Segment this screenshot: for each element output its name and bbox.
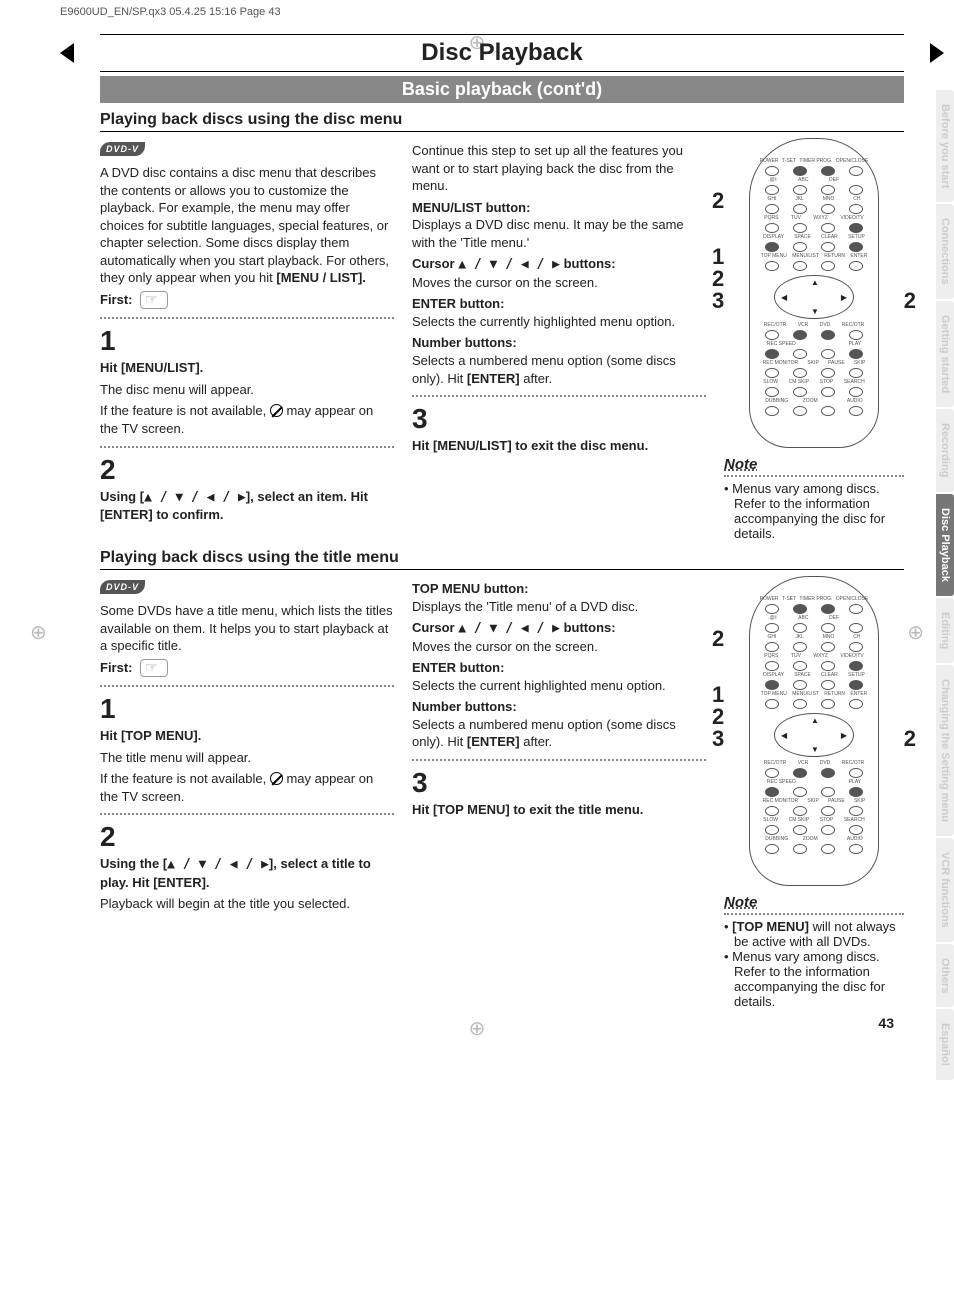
hand-pointer-icon xyxy=(140,291,168,309)
button-desc: ENTER button:Selects the currently highl… xyxy=(412,295,706,330)
button-desc: Cursor ▲ / ▼ / ◀ / ▶ buttons:Moves the c… xyxy=(412,619,706,655)
page-title: Disc Playback xyxy=(100,35,904,71)
callout-number: 3 xyxy=(712,288,724,314)
step-title: Hit [TOP MENU]. xyxy=(100,727,394,745)
step-number: 2 xyxy=(100,456,394,484)
page-subtitle: Basic playback (cont'd) xyxy=(100,76,904,103)
step-body: Using the [▲ / ▼ / ◀ / ▶], select a titl… xyxy=(100,855,394,891)
dpad-icon: ▲ ▼ ◀ ▶ xyxy=(774,275,854,319)
divider xyxy=(100,813,394,815)
remote-diagram: 2 1 2 3 2 POWERT-SETTIMER PROG.OPEN/CLOS… xyxy=(724,138,904,448)
section-heading: Playing back discs using the disc menu xyxy=(100,111,904,132)
divider xyxy=(100,685,394,687)
callout-number: 3 xyxy=(712,726,724,752)
callout-number: 2 xyxy=(904,288,916,314)
divider xyxy=(100,317,394,319)
button-desc: ENTER button:Selects the current highlig… xyxy=(412,659,706,694)
dvd-badge-icon: DVD-V xyxy=(100,580,145,594)
intro-text: A DVD disc contains a disc menu that des… xyxy=(100,164,394,287)
first-label: First: xyxy=(100,659,394,678)
divider xyxy=(412,759,706,761)
file-header: E9600UD_EN/SP.qx3 05.4.25 15:16 Page 43 xyxy=(0,0,954,34)
callout-number: 2 xyxy=(712,188,724,214)
step-number: 3 xyxy=(412,769,706,797)
button-desc: Number buttons:Selects a numbered menu o… xyxy=(412,698,706,751)
step-note: If the feature is not available, may app… xyxy=(100,402,394,437)
prohibit-icon xyxy=(270,404,283,417)
step-number: 1 xyxy=(100,695,394,723)
note-title: Note xyxy=(724,456,904,473)
page-number: 43 xyxy=(100,1015,904,1031)
intro-text: Some DVDs have a title menu, which lists… xyxy=(100,602,394,655)
registration-mark-icon: ⊕ xyxy=(469,1016,486,1041)
note-box: Note [TOP MENU] will not always be activ… xyxy=(724,894,904,1009)
step-body: The title menu will appear. xyxy=(100,749,394,767)
note-title: Note xyxy=(724,894,904,911)
remote-control-icon: POWERT-SETTIMER PROG.OPEN/CLOSE .@/:ABCD… xyxy=(749,138,879,448)
step-body: Hit [MENU/LIST] to exit the disc menu. xyxy=(412,437,706,455)
step-number: 3 xyxy=(412,405,706,433)
note-box: Note Menus vary among discs. Refer to th… xyxy=(724,456,904,541)
button-desc: Cursor ▲ / ▼ / ◀ / ▶ buttons:Moves the c… xyxy=(412,255,706,291)
note-item: Menus vary among discs. Refer to the inf… xyxy=(724,481,904,541)
divider xyxy=(412,395,706,397)
page-title-bar: Disc Playback xyxy=(100,34,904,72)
step-body: Playback will begin at the title you sel… xyxy=(100,895,394,913)
callout-number: 2 xyxy=(904,726,916,752)
remote-diagram: 2 1 2 3 2 POWERT-SETTIMER PROG.OPEN/CLOS… xyxy=(724,576,904,886)
dpad-icon: ▲ ▼ ◀ ▶ xyxy=(774,713,854,757)
col2-intro: Continue this step to set up all the fea… xyxy=(412,142,706,195)
button-desc: MENU/LIST button:Displays a DVD disc men… xyxy=(412,199,706,252)
step-number: 2 xyxy=(100,823,394,851)
step-note: If the feature is not available, may app… xyxy=(100,770,394,805)
note-item: [TOP MENU] will not always be active wit… xyxy=(724,919,904,949)
divider xyxy=(100,446,394,448)
step-body: Hit [TOP MENU] to exit the title menu. xyxy=(412,801,706,819)
callout-number: 2 xyxy=(712,626,724,652)
step-body: Using [▲ / ▼ / ◀ / ▶], select an item. H… xyxy=(100,488,394,524)
prohibit-icon xyxy=(270,772,283,785)
step-number: 1 xyxy=(100,327,394,355)
dvd-badge-icon: DVD-V xyxy=(100,142,145,156)
first-label: First: xyxy=(100,291,394,310)
section-heading: Playing back discs using the title menu xyxy=(100,549,904,570)
step-body: The disc menu will appear. xyxy=(100,381,394,399)
button-desc: TOP MENU button:Displays the 'Title menu… xyxy=(412,580,706,615)
hand-pointer-icon xyxy=(140,659,168,677)
step-title: Hit [MENU/LIST]. xyxy=(100,359,394,377)
note-item: Menus vary among discs. Refer to the inf… xyxy=(724,949,904,1009)
remote-control-icon: POWERT-SETTIMER PROG.OPEN/CLOSE .@/:ABCD… xyxy=(749,576,879,886)
button-desc: Number buttons:Selects a numbered menu o… xyxy=(412,334,706,387)
